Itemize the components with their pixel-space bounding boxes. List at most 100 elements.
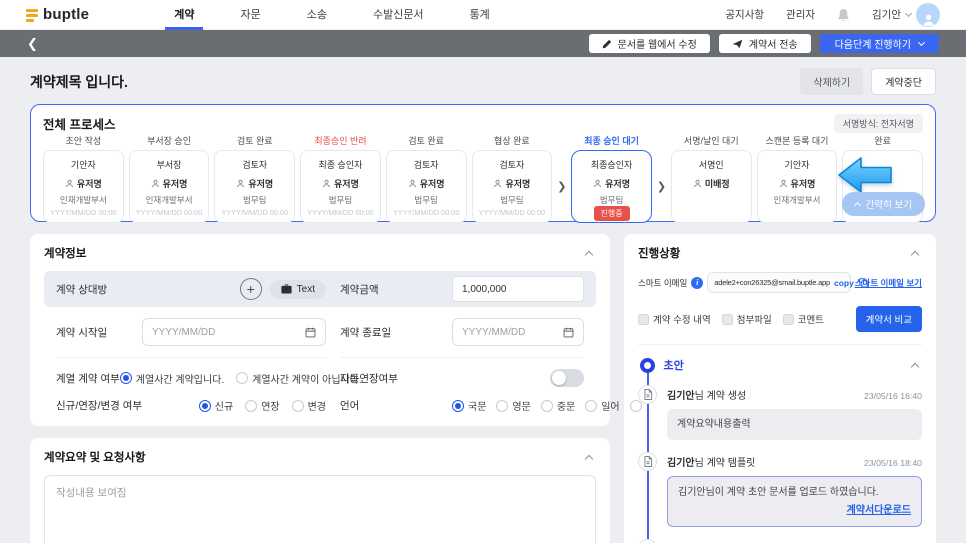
step-timestamp: YYYY/MM/DD 00:00 — [221, 208, 289, 217]
nav-right-links: 공지사항 관리자 — [725, 7, 815, 22]
affiliate-option[interactable]: 계열사간 계약입니다. — [119, 371, 224, 386]
person-icon — [237, 179, 245, 188]
send-contract-button[interactable]: 계약서 전송 — [718, 34, 811, 53]
end-date-input[interactable]: YYYY/MM/DD — [452, 318, 584, 346]
checkbox-icon[interactable] — [782, 313, 794, 325]
info-icon[interactable]: i — [691, 276, 704, 289]
step-department: 인재개발부서 — [145, 195, 193, 205]
radio-unselected-icon[interactable] — [496, 399, 509, 412]
language-option[interactable]: 영문 — [496, 398, 531, 413]
language-option-label: 일어 — [601, 402, 620, 413]
radio-unselected-icon[interactable] — [540, 399, 553, 412]
nav-item[interactable]: 소송 — [284, 0, 350, 30]
compare-contract-button[interactable]: 계약서 비교 — [855, 306, 922, 332]
radio-selected-icon[interactable] — [119, 372, 132, 384]
person-icon — [151, 179, 159, 188]
brand-logo[interactable]: buptle — [26, 6, 89, 23]
person-icon — [693, 179, 701, 188]
notification-bell-icon[interactable] — [837, 8, 850, 22]
party-tag-button[interactable]: Text — [269, 279, 326, 299]
delete-button[interactable]: 삭제하기 — [800, 68, 864, 95]
person-icon — [408, 179, 416, 188]
contract-type-options: 신규 연장 변경 — [198, 398, 326, 413]
add-party-button[interactable]: + — [239, 278, 262, 300]
step-user: 유저명 — [151, 177, 187, 190]
smart-email-pill: adele2+con26325@smail.buptle.app copy — [707, 272, 868, 293]
step-department: 법무팀 — [243, 195, 267, 205]
step-label: 최종승인 반려 — [314, 136, 367, 146]
collapse-summary-button[interactable] — [582, 450, 596, 464]
contract-download-link[interactable]: 계약서다운로드 — [847, 505, 911, 516]
back-button[interactable]: ❮ — [27, 37, 38, 50]
step-label: 서명/날인 대기 — [683, 136, 739, 146]
checkbox-icon[interactable] — [721, 313, 733, 325]
nav-item[interactable]: 자문 — [217, 0, 283, 30]
step-card: 기안자 유저명 인재개발부서 YYYY/MM/DD 00:00 — [43, 150, 124, 223]
stage-label: 초안 — [663, 360, 684, 372]
step-label: 최종 승인 대기 — [584, 136, 639, 146]
end-date-label: 계약 종료일 — [340, 326, 392, 339]
user-menu[interactable]: 김기안 — [872, 2, 940, 27]
nav-link[interactable]: 관리자 — [786, 7, 815, 22]
calendar-icon — [563, 327, 574, 337]
history-filter-checkbox[interactable]: 계약 수정 내역 — [638, 312, 711, 326]
step-chevron-icon: ❯ — [656, 181, 667, 193]
type-lang-row: 신규/연장/변경 여부 신규연장변경 언어 국문영문중문일어기타 — [44, 398, 664, 413]
timeline-stage-row: 초안 — [638, 357, 922, 373]
brand-logo-text: buptle — [43, 6, 90, 23]
right-column: 진행상황 스마트 이메일 i adele2+con26325@smail.bup… — [624, 234, 936, 543]
chevron-up-icon — [910, 362, 920, 371]
next-step-button[interactable]: 다음단계 진행하기 — [819, 34, 939, 53]
timeline-message: 계약요약내용출력 — [667, 409, 922, 440]
radio-selected-icon[interactable] — [198, 399, 211, 412]
language-option[interactable]: 일어 — [585, 398, 620, 413]
nav-link[interactable]: 공지사항 — [725, 7, 764, 22]
contract-type-option[interactable]: 연장 — [245, 398, 280, 413]
collapse-progress-button[interactable] — [908, 246, 922, 260]
radio-unselected-icon[interactable] — [291, 399, 304, 412]
step-user: 미배정 — [693, 177, 730, 190]
nav-item[interactable]: 수발신문서 — [350, 0, 447, 30]
process-step: 부서장 승인 부서장 유저명 인재개발부서 YYYY/MM/DD 00:00 — [128, 134, 210, 223]
avatar[interactable] — [916, 2, 940, 27]
language-option-label: 영문 — [512, 402, 531, 413]
history-filter-checkbox[interactable]: 코멘트 — [782, 312, 824, 326]
view-smart-email-link[interactable]: 스마트 이메일 보기 — [855, 277, 922, 289]
edit-in-web-button[interactable]: 문서를 웹에서 수정 — [588, 34, 710, 53]
step-timestamp: YYYY/MM/DD 00:00 — [135, 208, 203, 217]
radio-unselected-icon[interactable] — [245, 399, 258, 412]
nav-item[interactable]: 계약 — [151, 0, 217, 30]
copy-button[interactable]: copy — [834, 278, 854, 288]
language-option[interactable]: 국문 — [452, 398, 486, 413]
abort-contract-button[interactable]: 계약중단 — [871, 68, 936, 95]
chevron-down-icon — [917, 38, 926, 46]
amount-input[interactable] — [452, 276, 584, 302]
step-department: 법무팀 — [328, 195, 353, 205]
collapse-contract-info-button[interactable] — [582, 246, 596, 260]
nav-item[interactable]: 통계 — [447, 0, 513, 30]
summary-textarea[interactable]: 작성내용 보여짐 — [44, 475, 596, 543]
language-options: 국문영문중문일어기타 — [452, 398, 664, 413]
radio-unselected-icon[interactable] — [236, 372, 249, 384]
step-department: 인재개발부서 — [59, 195, 107, 205]
radio-selected-icon[interactable] — [452, 399, 464, 412]
history-filter-row: 계약 수정 내역 첨부파일 코멘트 계약서 비교 — [638, 306, 922, 332]
step-role: 최종승인자 — [590, 160, 633, 170]
contract-type-label: 신규/연장/변경 여부 — [56, 400, 143, 412]
checkbox-icon[interactable] — [638, 313, 649, 325]
step-card: 기안자 유저명 인재개발부서 — [756, 150, 838, 223]
language-option-label: 중문 — [556, 402, 576, 413]
process-step: 초안 작성 기안자 유저명 인재개발부서 YYYY/MM/DD 00:00 — [43, 134, 124, 223]
start-date-input[interactable]: YYYY/MM/DD — [142, 318, 326, 346]
collapse-stage-button[interactable] — [908, 358, 922, 372]
step-user: 유저명 — [322, 177, 359, 190]
collapse-process-button[interactable]: 간략히 보기 — [841, 192, 925, 216]
history-filter-checkbox[interactable]: 첨부파일 — [721, 312, 772, 326]
auto-renew-toggle[interactable] — [550, 369, 584, 387]
language-option[interactable]: 중문 — [540, 398, 576, 413]
step-department: 법무팀 — [599, 195, 624, 205]
contract-type-option[interactable]: 변경 — [291, 398, 326, 413]
radio-unselected-icon[interactable] — [585, 399, 598, 412]
contract-info-card: 계약정보 계약 상대방 + Text 계약금액 1,000,000 계약 시작일… — [30, 234, 664, 426]
contract-type-option[interactable]: 신규 — [198, 398, 233, 413]
